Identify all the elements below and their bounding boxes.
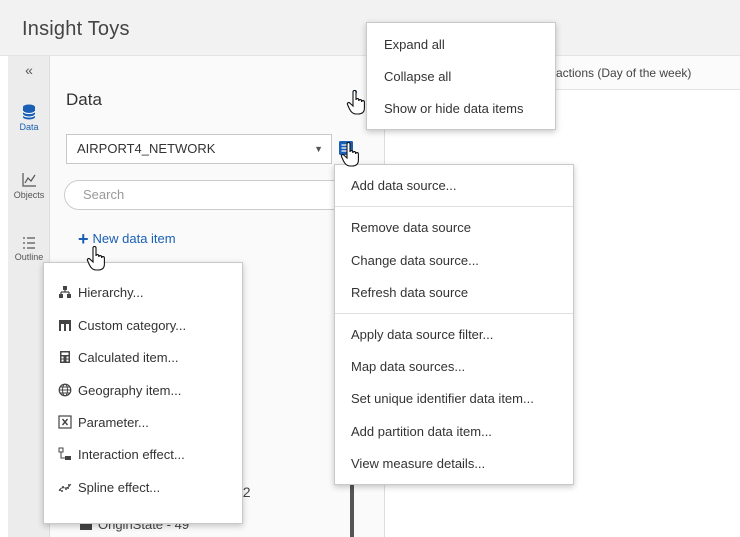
menu-item-label: Parameter...: [78, 415, 149, 430]
options-menu: Expand all Collapse all Show or hide dat…: [366, 22, 556, 130]
pane-title: Data: [66, 90, 102, 109]
menu-item-label: Interaction effect...: [78, 447, 185, 462]
hand-cursor-icon: [346, 90, 365, 115]
menu-separator: [335, 313, 573, 314]
menu-item-hierarchy[interactable]: Hierarchy...: [44, 285, 242, 300]
new-data-item-menu: Hierarchy... Custom category... Calculat…: [43, 262, 243, 524]
tab-data-label: Data: [19, 122, 39, 132]
tab-data[interactable]: Data: [8, 104, 50, 132]
data-source-menu: Add data source... Remove data source Ch…: [334, 164, 574, 485]
new-data-item-label: New data item: [92, 231, 176, 246]
hierarchy-icon: [59, 286, 71, 298]
menu-separator: [335, 206, 573, 207]
menu-item-view-measure-details[interactable]: View measure details...: [335, 456, 573, 471]
data-source-value: AIRPORT4_NETWORK: [77, 141, 216, 156]
tab-objects-label: Objects: [13, 190, 45, 200]
menu-item-apply-filter[interactable]: Apply data source filter...: [335, 327, 573, 342]
menu-item-calculated-item[interactable]: Calculated item...: [44, 350, 242, 365]
app-title: Insight Toys: [22, 18, 130, 40]
hand-cursor-icon: [86, 246, 105, 271]
menu-item-label: Custom category...: [78, 318, 187, 333]
collapse-pane-button[interactable]: «: [8, 62, 50, 82]
tab-outline-label: Outline: [14, 252, 44, 262]
globe-icon: [58, 383, 72, 397]
interaction-effect-icon: [58, 447, 71, 460]
menu-item-parameter[interactable]: Parameter...: [44, 415, 242, 430]
menu-item-refresh-data-source[interactable]: Refresh data source: [335, 285, 573, 300]
search-input[interactable]: Search: [64, 180, 354, 210]
chevron-down-icon: ▼: [314, 144, 323, 154]
menu-item-label: Geography item...: [78, 383, 182, 398]
line-chart-icon: [22, 173, 36, 187]
menu-item-interaction-effect[interactable]: Interaction effect...: [44, 447, 242, 462]
tab-objects[interactable]: Objects: [8, 172, 50, 200]
spline-effect-icon: [58, 483, 72, 492]
menu-item-label: Spline effect...: [78, 480, 161, 495]
menu-item-custom-category[interactable]: Custom category...: [44, 318, 242, 333]
menu-item-map-data-sources[interactable]: Map data sources...: [335, 359, 573, 374]
calculator-icon: [60, 351, 70, 363]
menu-item-collapse-all[interactable]: Collapse all: [367, 69, 555, 84]
menu-item-show-hide-data-items[interactable]: Show or hide data items: [367, 101, 555, 116]
menu-item-add-data-source[interactable]: Add data source...: [335, 178, 573, 193]
menu-item-label: Calculated item...: [78, 350, 179, 365]
custom-category-icon: [59, 320, 71, 331]
menu-item-spline-effect[interactable]: Spline effect...: [44, 480, 242, 495]
menu-item-set-unique-identifier[interactable]: Set unique identifier data item...: [335, 391, 573, 406]
hand-cursor-icon: [340, 142, 359, 167]
menu-item-remove-data-source[interactable]: Remove data source: [335, 220, 573, 235]
parameter-icon: [58, 415, 72, 429]
menu-item-label: Hierarchy...: [78, 285, 144, 300]
object-title: sactions (Day of the week): [550, 66, 692, 80]
menu-item-add-partition[interactable]: Add partition data item...: [335, 424, 573, 439]
menu-item-change-data-source[interactable]: Change data source...: [335, 253, 573, 268]
data-source-select[interactable]: AIRPORT4_NETWORK ▼: [66, 134, 332, 164]
database-icon: [22, 104, 36, 120]
tab-outline[interactable]: Outline: [8, 236, 50, 262]
outline-list-icon: [23, 237, 35, 249]
menu-item-geography-item[interactable]: Geography item...: [44, 383, 242, 398]
menu-item-expand-all[interactable]: Expand all: [367, 37, 555, 52]
